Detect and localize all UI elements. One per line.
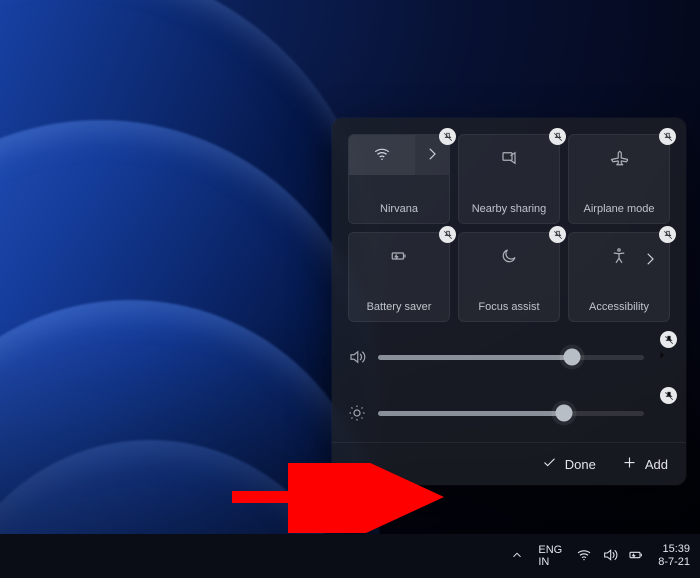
tile-accessibility[interactable]: Accessibility (568, 232, 670, 322)
chevron-right-icon (423, 145, 441, 166)
tile-label: Nearby sharing (472, 203, 547, 215)
wifi-toggle[interactable] (349, 135, 415, 175)
volume-thumb[interactable] (564, 349, 581, 366)
unpin-icon[interactable] (549, 128, 566, 145)
lang-top: ENG (538, 544, 562, 556)
volume-track[interactable] (378, 355, 644, 360)
unpin-icon[interactable] (660, 387, 677, 404)
unpin-icon[interactable] (659, 128, 676, 145)
tile-label: Accessibility (589, 301, 649, 313)
tray-overflow-chevron[interactable] (510, 548, 524, 565)
chevron-right-icon (641, 250, 659, 271)
tile-label: Airplane mode (584, 203, 655, 215)
tile-label: Battery saver (367, 301, 432, 313)
brightness-thumb[interactable] (556, 405, 573, 422)
brightness-track[interactable] (378, 411, 644, 416)
done-label: Done (565, 457, 596, 472)
tile-focus-assist[interactable]: Focus assist (458, 232, 560, 322)
add-button[interactable]: Add (622, 455, 668, 473)
clock-time: 15:39 (658, 543, 690, 556)
taskbar: ENG IN 15:39 8-7-21 (0, 534, 700, 578)
brightness-slider[interactable] (348, 400, 670, 426)
done-button[interactable]: Done (542, 455, 596, 473)
battery-icon (390, 247, 408, 268)
wifi-icon (576, 547, 592, 566)
chevron-right-icon[interactable] (656, 348, 670, 366)
language-indicator[interactable]: ENG IN (538, 544, 562, 568)
accessibility-icon (610, 247, 628, 268)
battery-icon (628, 547, 644, 566)
tile-wifi[interactable]: Nirvana (348, 134, 450, 224)
unpin-icon[interactable] (549, 226, 566, 243)
unpin-icon[interactable] (439, 226, 456, 243)
volume-slider[interactable] (348, 344, 670, 370)
clock[interactable]: 15:39 8-7-21 (658, 543, 690, 569)
tile-airplane-mode[interactable]: Airplane mode (568, 134, 670, 224)
system-tray[interactable] (576, 547, 644, 566)
nearby-share-icon (500, 149, 518, 170)
volume-icon (602, 547, 618, 566)
unpin-icon[interactable] (659, 226, 676, 243)
unpin-icon[interactable] (439, 128, 456, 145)
clock-date: 8-7-21 (658, 556, 690, 569)
tile-label: Nirvana (380, 203, 418, 215)
volume-icon (348, 348, 366, 366)
plus-icon (622, 455, 637, 473)
wifi-icon (373, 145, 391, 166)
quick-settings-grid: Nirvana Nearby sharing Airplane mode Bat… (348, 134, 670, 322)
tile-battery-saver[interactable]: Battery saver (348, 232, 450, 322)
moon-icon (500, 247, 518, 268)
tile-label: Focus assist (478, 301, 539, 313)
brightness-icon (348, 404, 366, 422)
airplane-icon (610, 149, 628, 170)
check-icon (542, 455, 557, 473)
quick-settings-panel: Nirvana Nearby sharing Airplane mode Bat… (332, 118, 686, 485)
lang-bottom: IN (538, 556, 562, 568)
edit-footer: Done Add (332, 442, 686, 485)
add-label: Add (645, 457, 668, 472)
tile-nearby-sharing[interactable]: Nearby sharing (458, 134, 560, 224)
unpin-icon[interactable] (660, 331, 677, 348)
